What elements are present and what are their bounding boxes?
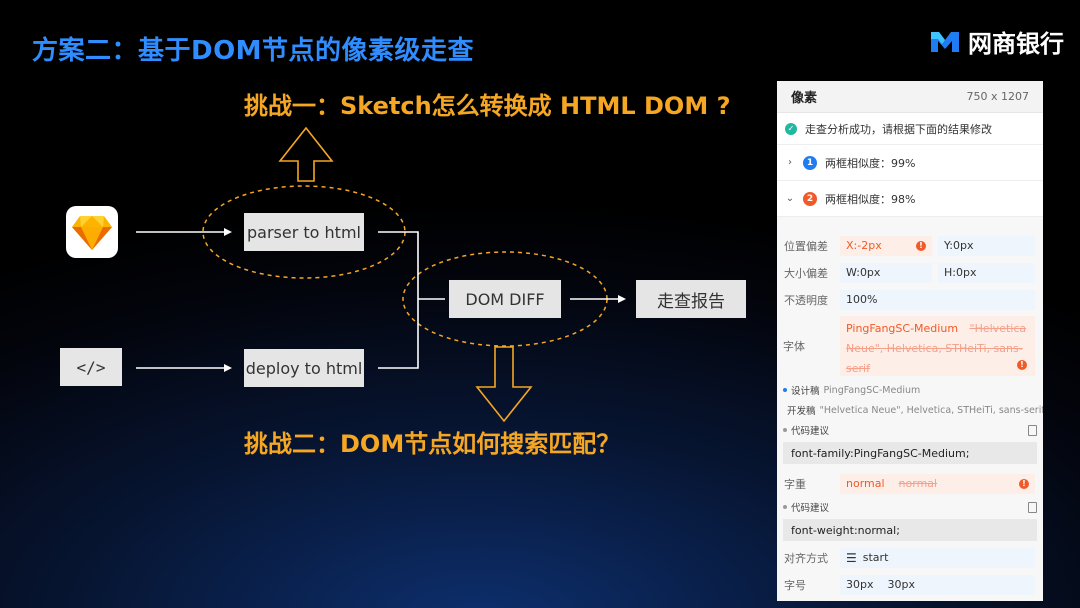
report-box: 走查报告 bbox=[636, 280, 746, 318]
deploy-to-html-box: deploy to html bbox=[244, 349, 364, 387]
panel-header: 像素 750 x 1207 bbox=[777, 81, 1043, 113]
dev-note: 开发稿 "Helvetica Neue", Helvetica, STHeiTi… bbox=[783, 400, 1043, 420]
challenge-two: 挑战二：DOM节点如何搜索匹配？ bbox=[244, 430, 621, 458]
font-suggest-note: 代码建议 bbox=[783, 420, 1037, 440]
position-x-value: X:-2px bbox=[846, 239, 882, 252]
weight-compare: normal normal ! bbox=[840, 473, 1035, 494]
fontsize-v2: 30px bbox=[887, 578, 916, 591]
code-icon: </> bbox=[60, 348, 122, 386]
error-icon: ! bbox=[916, 240, 926, 251]
dev-value: "Helvetica Neue", Helvetica, STHeiTi, sa… bbox=[819, 404, 1043, 416]
result-item-2[interactable]: ⌄ 2 两框相似度：98% bbox=[777, 181, 1043, 217]
position-label: 位置偏差 bbox=[784, 239, 828, 253]
mybank-logo-icon bbox=[931, 31, 959, 52]
position-y: Y:0px bbox=[938, 235, 1035, 256]
font-label: 字体 bbox=[783, 340, 805, 353]
design-label: 设计稿 bbox=[791, 386, 820, 397]
status-text: 走查分析成功，请根据下面的结果修改 bbox=[805, 122, 992, 136]
align-row: 对齐方式 ☰ start bbox=[783, 544, 1037, 571]
size-h: H:0px bbox=[938, 262, 1035, 283]
logo-text: 网商银行 bbox=[968, 30, 1064, 58]
copy-icon[interactable] bbox=[1028, 424, 1037, 436]
status-row: ✓ 走查分析成功，请根据下面的结果修改 bbox=[777, 113, 1043, 145]
opacity-row: 不透明度 100% bbox=[783, 286, 1037, 313]
detail-body: 位置偏差 X:-2px ! Y:0px 大小偏差 W:0px H:0px 不透明… bbox=[777, 217, 1043, 601]
parser-to-html-box: parser to html bbox=[244, 213, 364, 251]
down-arrow-icon bbox=[475, 346, 533, 423]
font-suggest-code[interactable]: font-family:PingFangSC-Medium; bbox=[783, 442, 1037, 464]
chevron-down-icon: ⌄ bbox=[785, 193, 795, 204]
panel-dimensions: 750 x 1207 bbox=[966, 90, 1030, 103]
weight-actual: normal bbox=[846, 477, 885, 490]
size-label: 大小偏差 bbox=[784, 266, 828, 280]
position-row: 位置偏差 X:-2px ! Y:0px bbox=[783, 232, 1037, 259]
error-icon: ! bbox=[1019, 478, 1029, 489]
align-value-cell: ☰ start bbox=[840, 547, 1035, 568]
position-x: X:-2px ! bbox=[840, 235, 932, 256]
weight-row: 字重 normal normal ! bbox=[783, 470, 1037, 497]
chevron-right-icon: › bbox=[788, 157, 792, 168]
weight-expected: normal bbox=[898, 477, 938, 490]
item-number-badge: 1 bbox=[803, 155, 817, 170]
bullet-icon bbox=[783, 388, 787, 392]
pixel-check-panel: 像素 750 x 1207 ✓ 走查分析成功，请根据下面的结果修改 › 1 两框… bbox=[777, 81, 1043, 601]
font-compare: PingFangSC-Medium "Helvetica Neue", Helv… bbox=[840, 316, 1035, 376]
fontsize-row: 字号 30px 30px bbox=[783, 571, 1037, 598]
bullet-icon bbox=[783, 505, 787, 509]
weight-suggest-code[interactable]: font-weight:normal; bbox=[783, 519, 1037, 541]
slide-title: 方案二：基于DOM节点的像素级走查 bbox=[32, 36, 475, 66]
opacity-label: 不透明度 bbox=[784, 293, 828, 307]
fontsize-cell: 30px 30px bbox=[840, 574, 1035, 595]
challenge-one: 挑战一：Sketch怎么转换成 HTML DOM ? bbox=[244, 92, 731, 120]
fontsize-v1: 30px bbox=[846, 578, 874, 591]
size-row: 大小偏差 W:0px H:0px bbox=[783, 259, 1037, 286]
font-actual: PingFangSC-Medium bbox=[846, 322, 959, 335]
dom-diff-box: DOM DIFF bbox=[449, 280, 561, 318]
weight-suggest-note: 代码建议 bbox=[783, 497, 1037, 517]
item-label: 两框相似度：99% bbox=[825, 156, 916, 170]
brand-logo: 网商银行 bbox=[928, 24, 1064, 59]
design-value: PingFangSC-Medium bbox=[823, 384, 921, 396]
opacity-value: 100% bbox=[840, 289, 1035, 310]
size-w: W:0px bbox=[840, 262, 932, 283]
align-value: start bbox=[862, 551, 889, 564]
error-icon: ! bbox=[1017, 360, 1027, 370]
align-left-icon: ☰ bbox=[846, 550, 857, 565]
fontsize-label: 字号 bbox=[784, 578, 806, 592]
arrow-head-icon bbox=[618, 295, 626, 303]
font-row: 字体 PingFangSC-Medium "Helvetica Neue", H… bbox=[783, 316, 1037, 376]
arrow-head-icon bbox=[224, 228, 232, 236]
sketch-diamond-icon bbox=[72, 216, 112, 250]
up-arrow-icon bbox=[278, 126, 334, 182]
panel-title: 像素 bbox=[791, 91, 818, 106]
suggest-label: 代码建议 bbox=[791, 426, 830, 437]
item-label: 两框相似度：98% bbox=[825, 192, 916, 206]
dev-label: 开发稿 bbox=[787, 406, 816, 417]
check-circle-icon: ✓ bbox=[785, 122, 797, 135]
result-item-1[interactable]: › 1 两框相似度：99% bbox=[777, 145, 1043, 181]
weight-label: 字重 bbox=[784, 477, 806, 491]
copy-icon[interactable] bbox=[1028, 501, 1037, 513]
suggest-label: 代码建议 bbox=[791, 503, 830, 514]
design-note: 设计稿 PingFangSC-Medium bbox=[783, 380, 1037, 400]
item-number-badge: 2 bbox=[803, 191, 817, 206]
align-label: 对齐方式 bbox=[784, 551, 828, 565]
bullet-icon bbox=[783, 428, 787, 432]
arrow-head-icon bbox=[224, 364, 232, 372]
sketch-app-icon bbox=[66, 206, 118, 258]
